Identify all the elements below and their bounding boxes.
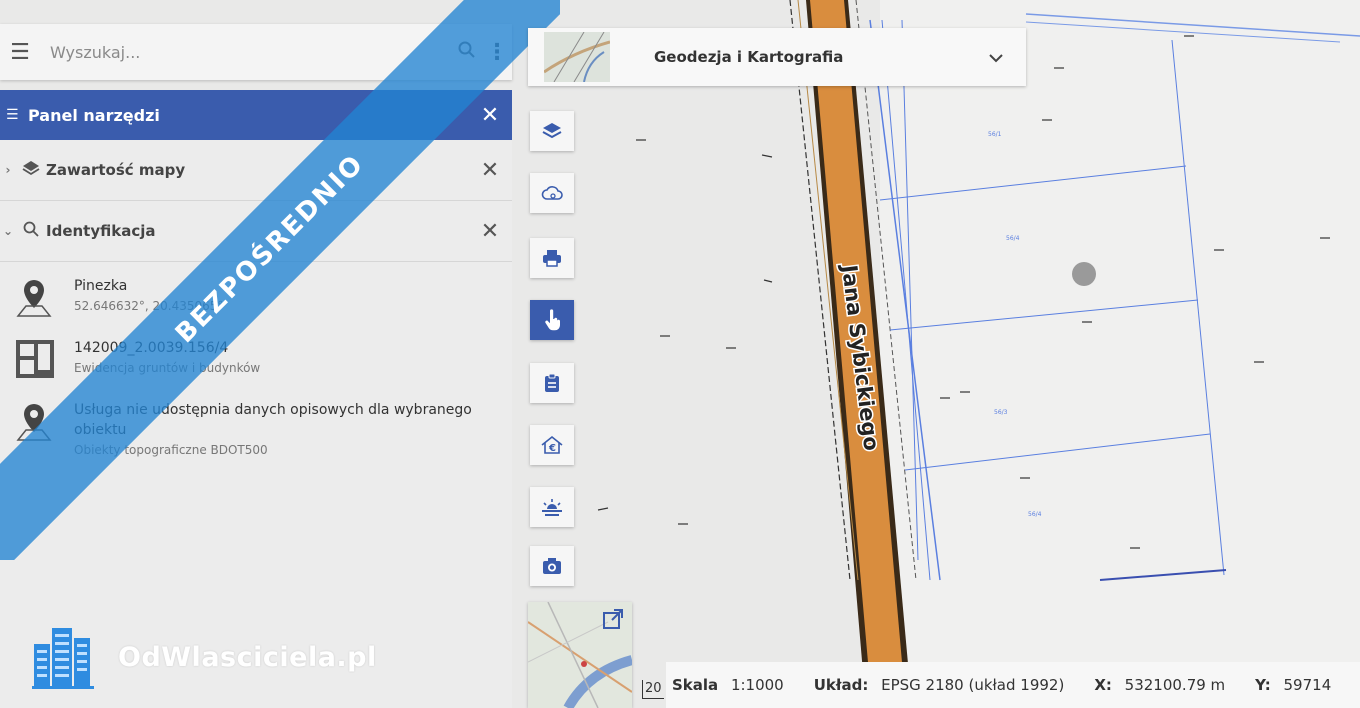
y-coord-label: Y:	[1255, 676, 1271, 694]
cloud-button[interactable]	[530, 173, 574, 213]
camera-button[interactable]	[530, 546, 574, 586]
search-bar: ☰ ⋮	[0, 24, 512, 80]
parcel-label: 56/4	[1028, 511, 1042, 518]
chevron-right-icon[interactable]: ›	[0, 163, 16, 177]
layer-thumbnail	[544, 32, 610, 82]
pointer-hand-icon	[545, 309, 561, 331]
location-pin-icon	[14, 276, 74, 324]
horizon-button[interactable]	[530, 487, 574, 527]
base-layer-select[interactable]: Geodezja i Kartografia	[528, 28, 1026, 86]
parcel-label: 56/1	[988, 131, 1002, 138]
parcel-map-icon	[14, 338, 74, 386]
section-label: Zawartość mapy	[46, 161, 186, 179]
buildings-icon	[32, 628, 94, 689]
expand-external-icon[interactable]	[602, 608, 624, 630]
scale-value: 1:1000	[730, 676, 784, 694]
crs-label: Układ:	[813, 676, 869, 694]
x-coord-value: 532100.79 m	[1124, 676, 1226, 694]
close-section-button[interactable]: ✕	[468, 158, 512, 183]
x-coord-label: X:	[1094, 676, 1112, 694]
result-subtitle: Obiekty topograficzne BDOT500	[74, 443, 268, 457]
search-icon	[16, 221, 46, 241]
layers-button[interactable]	[530, 111, 574, 151]
hamburger-menu-icon[interactable]: ☰	[0, 40, 40, 65]
layers-icon	[16, 160, 46, 180]
y-coord-value: 59714	[1283, 676, 1332, 694]
result-subtitle: 52.646632°, 20.435065°	[74, 299, 224, 313]
tools-panel: ☰ Panel narzędzi ✕ › Zawartość mapy ✕ ⌄ …	[0, 90, 512, 708]
parcel-label: 56/4	[1006, 235, 1020, 242]
drag-grip-icon[interactable]: ☰	[0, 107, 28, 123]
close-section-button[interactable]: ✕	[468, 219, 512, 244]
pin-marker[interactable]	[1072, 262, 1096, 286]
section-map-contents[interactable]: › Zawartość mapy ✕	[0, 140, 512, 201]
print-button[interactable]	[530, 238, 574, 278]
overview-minimap[interactable]	[528, 602, 632, 708]
camera-icon	[543, 558, 561, 574]
result-item[interactable]: Pinezka 52.646632°, 20.435065°	[0, 276, 512, 324]
section-identify[interactable]: ⌄ Identyfikacja ✕	[0, 201, 512, 262]
result-title[interactable]: 142009_2.0039.156/4	[74, 338, 498, 358]
chevron-down-icon[interactable]: ⌄	[0, 224, 16, 238]
crs-value: EPSG 2180 (układ 1992)	[881, 676, 1065, 694]
cloud-icon	[541, 186, 563, 200]
scale-bar: 20	[642, 680, 664, 699]
panel-title: Panel narzędzi	[28, 105, 160, 125]
brand-logo: OdWlasciciela.pl	[32, 624, 377, 690]
scale-label: Skala	[672, 676, 719, 694]
parcel-label: 56/3	[994, 409, 1008, 416]
selected-layer-label: Geodezja i Kartografia	[654, 48, 844, 66]
layers-icon	[542, 123, 562, 139]
result-title: Usługa nie udostępnia danych opisowych d…	[74, 402, 472, 438]
identify-button[interactable]	[530, 300, 574, 340]
price-button[interactable]: €	[530, 425, 574, 465]
svg-text:€: €	[548, 443, 556, 454]
printer-icon	[543, 250, 561, 267]
status-bar: Skala 1:1000 Układ: EPSG 2180 (układ 199…	[666, 662, 1360, 708]
result-item[interactable]: Usługa nie udostępnia danych opisowych d…	[0, 400, 512, 460]
location-pin-icon	[14, 400, 74, 460]
clipboard-button[interactable]	[530, 363, 574, 403]
search-icon[interactable]	[452, 40, 482, 64]
chevron-down-icon[interactable]	[966, 48, 1026, 67]
house-euro-icon: €	[541, 435, 563, 454]
result-item[interactable]: 142009_2.0039.156/4 Ewidencja gruntów i …	[0, 338, 512, 386]
search-input[interactable]	[40, 42, 452, 62]
section-label: Identyfikacja	[46, 222, 156, 240]
result-title[interactable]: Pinezka	[74, 276, 498, 296]
brand-name: OdWlasciciela.pl	[118, 641, 377, 673]
close-panel-button[interactable]: ✕	[468, 103, 512, 128]
clipboard-icon	[545, 373, 559, 392]
sunrise-icon	[542, 499, 562, 516]
panel-header: ☰ Panel narzędzi ✕	[0, 90, 512, 140]
result-subtitle: Ewidencja gruntów i budynków	[74, 361, 261, 375]
more-vertical-icon[interactable]: ⋮	[482, 40, 512, 65]
